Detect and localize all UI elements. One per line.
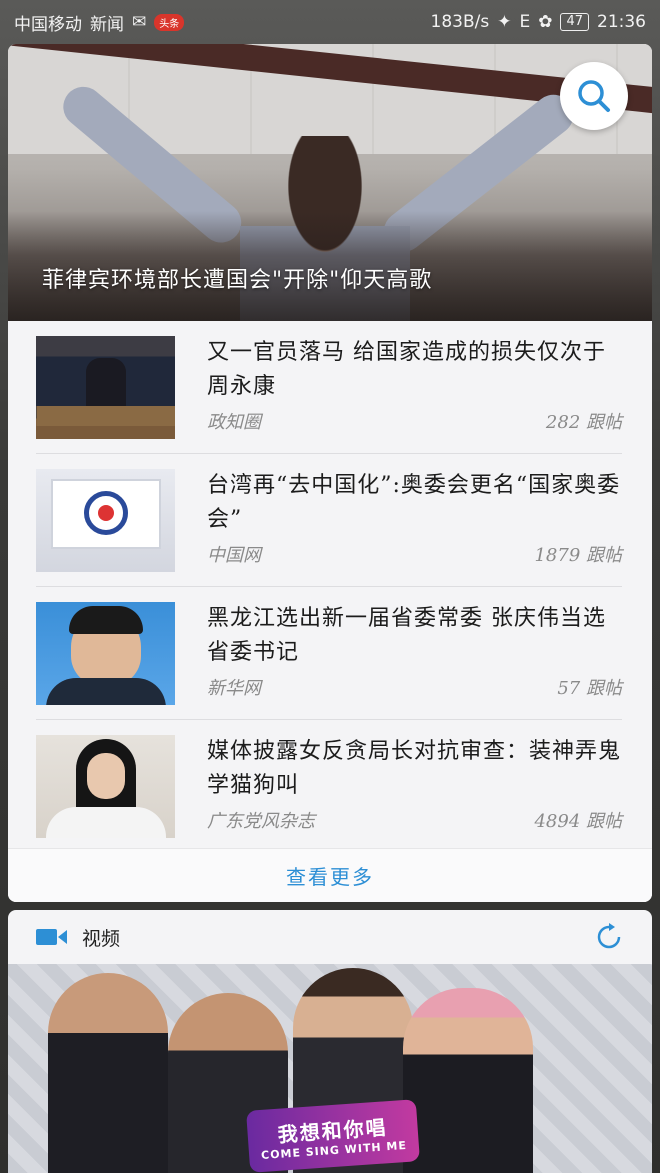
news-title: 又一官员落马 给国家造成的损失仅次于周永康 xyxy=(207,340,606,399)
news-item[interactable]: 又一官员落马 给国家造成的损失仅次于周永康 政知圈 282 跟帖 xyxy=(36,321,622,454)
video-section-title: 视频 xyxy=(82,927,121,950)
hero-news[interactable]: 菲律宾环境部长遭国会"开除"仰天高歌 xyxy=(8,44,652,321)
video-camera-icon xyxy=(36,929,67,945)
news-comments: 282 跟帖 xyxy=(545,412,622,433)
news-title: 媒体披露女反贪局长对抗审查：装神弄鬼学猫狗叫 xyxy=(207,739,622,798)
news-thumbnail xyxy=(36,336,175,439)
news-source: 广东党风杂志 xyxy=(207,811,315,832)
refresh-icon[interactable] xyxy=(594,922,624,952)
video-banner[interactable]: 我想和你唱 COME SING WITH ME xyxy=(8,964,652,1173)
mail-icon: ✉ xyxy=(132,12,147,32)
news-item[interactable]: 黑龙江选出新一届省委常委 张庆伟当选省委书记 新华网 57 跟帖 xyxy=(36,587,622,720)
search-button[interactable] xyxy=(560,62,628,130)
news-thumbnail xyxy=(36,735,175,838)
news-source: 新华网 xyxy=(207,678,261,699)
toutiao-badge: 头条 xyxy=(154,13,185,31)
pinwheel-icon: ✿ xyxy=(538,12,553,32)
news-item[interactable]: 媒体披露女反贪局长对抗审查：装神弄鬼学猫狗叫 广东党风杂志 4894 跟帖 xyxy=(36,720,622,853)
video-header: 视频 xyxy=(8,910,652,964)
news-title: 台湾再“去中国化”:奥委会更名“国家奥委会” xyxy=(207,473,621,532)
news-item[interactable]: 台湾再“去中国化”:奥委会更名“国家奥委会” 中国网 1879 跟帖 xyxy=(36,454,622,587)
sparkle-icon: ✦ xyxy=(497,12,512,32)
network-speed: 183B/s xyxy=(430,12,490,32)
news-comments: 4894 跟帖 xyxy=(534,811,622,832)
news-comments: 57 跟帖 xyxy=(557,678,622,699)
video-card: 视频 我想和你唱 COME SING WITH ME xyxy=(8,910,652,1173)
news-title: 黑龙江选出新一届省委常委 张庆伟当选省委书记 xyxy=(207,606,606,665)
news-card: 菲律宾环境部长遭国会"开除"仰天高歌 又一官员落马 给国家造成的损失仅次于周永康… xyxy=(8,44,652,902)
see-more-button[interactable]: 查看更多 xyxy=(8,848,652,902)
clock: 21:36 xyxy=(597,12,646,32)
news-comments: 1879 跟帖 xyxy=(534,545,622,566)
news-thumbnail xyxy=(36,602,175,705)
hero-caption: 菲律宾环境部长遭国会"开除"仰天高歌 xyxy=(42,268,433,293)
carrier-label: 中国移动 xyxy=(14,14,82,35)
battery-indicator: 47 xyxy=(560,13,589,31)
search-icon xyxy=(578,80,610,112)
news-source: 中国网 xyxy=(207,545,261,566)
status-bar: 中国移动 新闻 ✉ 头条 183B/s ✦ E ✿ 47 21:36 xyxy=(0,0,660,44)
show-logo: 我想和你唱 COME SING WITH ME xyxy=(246,1099,420,1173)
performer-figure xyxy=(508,964,628,1173)
news-list: 又一官员落马 给国家造成的损失仅次于周永康 政知圈 282 跟帖 台湾再“去中国… xyxy=(8,321,652,853)
news-notification-label: 新闻 xyxy=(90,14,124,35)
news-source: 政知圈 xyxy=(207,412,261,433)
news-thumbnail xyxy=(36,469,175,572)
signal-label: E xyxy=(519,12,531,32)
performer-figure xyxy=(48,973,168,1173)
